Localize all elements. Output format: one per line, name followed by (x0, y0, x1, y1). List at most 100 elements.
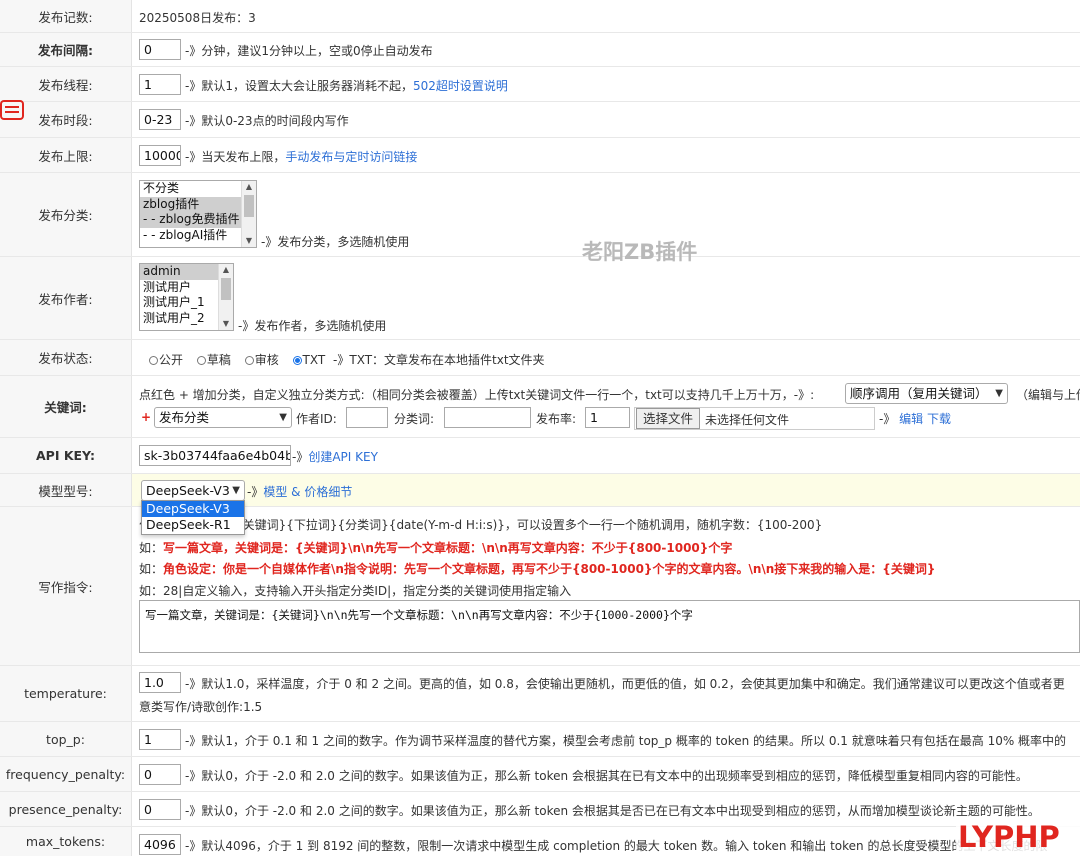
model-label: 模型型号: (0, 474, 132, 506)
model-select[interactable]: DeepSeek-V3 ▼ (141, 480, 245, 501)
presence-hint: -》默认0，介于 -2.0 和 2.0 之间的数字。如果该值为正，那么新 tok… (185, 804, 1040, 818)
example1-text: 写一篇文章，关键词是：{关键词}\n\n先写一个文章标题：\n\n再写文章内容：… (163, 541, 733, 555)
row-author: 发布作者: admin 测试用户 测试用户_1 测试用户_2 ▲ ▼ -》发布作者… (0, 257, 1080, 340)
menu-icon[interactable] (0, 100, 24, 120)
author-label: 发布作者: (0, 257, 132, 339)
top-p-hint: -》默认1，介于 0.1 和 1 之间的数字。作为调节采样温度的替代方案，模型会… (185, 734, 1067, 748)
choose-file-button[interactable]: 选择文件 (636, 408, 701, 429)
lyphp-logo: LYPHP (956, 818, 1080, 856)
row-limit: 发布上限: 10000 -》当天发布上限，手动发布与定时访问链接 (0, 138, 1080, 173)
model-option-r1[interactable]: DeepSeek-R1 (142, 517, 244, 533)
threads-hint: -》默认1，设置太大会让服务器消耗不起， (185, 79, 413, 93)
file-status: 未选择任何文件 (705, 413, 790, 427)
timeout-help-link[interactable]: 502超时设置说明 (413, 79, 508, 93)
api-label: API KEY: (0, 438, 132, 473)
category-option[interactable]: zblog插件 (140, 196, 256, 212)
chevron-down-icon: ▼ (279, 412, 287, 423)
top-p-label: top_p: (0, 722, 132, 756)
model-option-v3[interactable]: DeepSeek-V3 (142, 501, 244, 517)
frequency-input[interactable]: 0 (139, 764, 181, 785)
row-threads: 发布线程: 1 -》默认1，设置太大会让服务器消耗不起，502超时设置说明 (0, 67, 1080, 102)
rate-label: 发布率: (536, 412, 577, 426)
interval-input[interactable]: 0 (139, 39, 181, 60)
category-scrollbar[interactable]: ▲ ▼ (241, 181, 256, 247)
keyword-category-select[interactable]: 发布分类 ▼ (154, 407, 292, 428)
row-status: 发布状态: 公开 草稿 审核 TXT -》TXT：文章发布在本地插件txt文件夹 (0, 340, 1080, 376)
add-category-button[interactable]: + (141, 410, 151, 424)
temperature-input[interactable]: 1.0 (139, 672, 181, 693)
keywords-arrow: -》 (879, 412, 896, 426)
keywords-instructions: 点红色 + 增加分类，自定义独立分类方式:（相同分类会被覆盖）上传txt关键词文… (139, 388, 815, 402)
status-review-radio[interactable]: 审核 (244, 353, 279, 367)
row-records: 发布记数: 20250508日发布：3 (0, 0, 1080, 33)
manual-publish-link[interactable]: 手动发布与定时访问链接 (285, 150, 417, 164)
records-value: 20250508日发布：3 (139, 11, 256, 25)
category-label: 发布分类: (0, 173, 132, 256)
example2-prefix: 如： (139, 562, 164, 576)
example3-text: 如：28|自定义输入，支持输入开头指定分类ID|，指定分类的关键词使用指定输入 (139, 584, 572, 598)
prompt-textarea[interactable]: 写一篇文章，关键词是：{关键词}\n\n先写一个文章标题：\n\n再写文章内容：… (139, 600, 1080, 653)
threads-label: 发布线程: (0, 67, 132, 101)
period-input[interactable]: 0-23 (139, 109, 181, 130)
row-temperature: temperature: 1.0 -》默认1.0，采样温度，介于 0 和 2 之… (0, 666, 1080, 722)
row-keywords: 关键词: 点红色 + 增加分类，自定义独立分类方式:（相同分类会被覆盖）上传tx… (0, 376, 1080, 438)
temperature-hint: -》默认1.0，采样温度，介于 0 和 2 之间。更高的值，如 0.8，会使输出… (185, 677, 1065, 691)
threads-input[interactable]: 1 (139, 74, 181, 95)
author-id-label: 作者ID: (296, 412, 337, 426)
author-id-input[interactable] (346, 407, 388, 428)
row-category: 发布分类: 不分类 zblog插件 - - zblog免费插件 - - zblo… (0, 173, 1080, 257)
create-api-key-link[interactable]: 创建API KEY (308, 450, 378, 464)
records-label: 发布记数: (0, 0, 132, 32)
subcat-input[interactable] (444, 407, 531, 428)
api-hint: -》 (292, 450, 309, 464)
author-multiselect[interactable]: admin 测试用户 测试用户_1 测试用户_2 ▲ ▼ (139, 263, 234, 331)
status-public-radio[interactable]: 公开 (149, 353, 183, 367)
row-presence: presence_penalty: 0 -》默认0，介于 -2.0 和 2.0 … (0, 792, 1080, 827)
max-tokens-input[interactable]: 4096 (139, 834, 181, 855)
limit-hint: -》当天发布上限， (185, 150, 286, 164)
status-draft-radio[interactable]: 草稿 (196, 353, 231, 367)
row-top-p: top_p: 1 -》默认1，介于 0.1 和 1 之间的数字。作为调节采样温度… (0, 722, 1080, 757)
keywords-label: 关键词: (0, 376, 132, 437)
category-hint: -》发布分类，多选随机使用 (261, 235, 410, 249)
limit-input[interactable]: 10000 (139, 145, 181, 166)
period-hint: -》默认0-23点的时间段内写作 (185, 114, 349, 128)
edit-link[interactable]: 编辑 (899, 412, 923, 426)
status-hint: -》TXT：文章发布在本地插件txt文件夹 (333, 353, 545, 367)
max-tokens-label: max_tokens: (0, 827, 132, 856)
model-dropdown-list: DeepSeek-V3 DeepSeek-R1 (141, 500, 245, 535)
author-hint: -》发布作者，多选随机使用 (238, 319, 387, 333)
subcat-label: 分类词: (394, 412, 435, 426)
frequency-label: frequency_penalty: (0, 757, 132, 791)
api-key-input[interactable]: sk-3b03744faa6e4b04bed (139, 445, 291, 466)
presence-input[interactable]: 0 (139, 799, 181, 820)
category-multiselect[interactable]: 不分类 zblog插件 - - zblog免费插件 - - zblogAI插件 … (139, 180, 257, 248)
status-label: 发布状态: (0, 340, 132, 375)
model-pricing-link[interactable]: 模型 & 价格细节 (263, 485, 352, 499)
status-txt-radio[interactable]: TXT (292, 353, 325, 367)
category-option[interactable]: - - zblogAI插件 (140, 228, 256, 244)
row-api: API KEY: sk-3b03744faa6e4b04bed -》创建API … (0, 438, 1080, 474)
max-tokens-hint: -》默认4096，介于 1 到 8192 间的整数，限制一次请求中模型生成 co… (185, 839, 1048, 853)
keyword-mode-select[interactable]: 顺序调用（复用关键词） ▼ (845, 383, 1008, 404)
category-option[interactable]: - - zblog免费插件 (140, 212, 256, 228)
prompt-label: 写作指令: (0, 507, 132, 665)
row-max-tokens: max_tokens: 4096 -》默认4096，介于 1 到 8192 间的… (0, 827, 1080, 856)
frequency-hint: -》默认0，介于 -2.0 和 2.0 之间的数字。如果该值为正，那么新 tok… (185, 769, 1028, 783)
row-period: 发布时段: 0-23 -》默认0-23点的时间段内写作 (0, 102, 1080, 138)
chevron-down-icon: ▼ (232, 485, 240, 496)
author-scrollbar[interactable]: ▲ ▼ (218, 264, 233, 330)
chevron-down-icon: ▼ (995, 388, 1003, 399)
download-link[interactable]: 下载 (927, 412, 951, 426)
row-interval: 发布间隔: 0 -》分钟，建议1分钟以上，空或0停止自动发布 (0, 33, 1080, 67)
category-option[interactable]: 不分类 (140, 181, 256, 197)
row-frequency: frequency_penalty: 0 -》默认0，介于 -2.0 和 2.0… (0, 757, 1080, 792)
example1-prefix: 如： (139, 541, 164, 555)
file-picker: 选择文件 未选择任何文件 (634, 407, 875, 430)
rate-input[interactable]: 1 (585, 407, 630, 428)
interval-hint: -》分钟，建议1分钟以上，空或0停止自动发布 (185, 44, 433, 58)
presence-label: presence_penalty: (0, 792, 132, 826)
temperature-hint2: 意类写作/诗歌创作:1.5 (139, 700, 263, 714)
top-p-input[interactable]: 1 (139, 729, 181, 750)
interval-label: 发布间隔: (0, 33, 132, 66)
